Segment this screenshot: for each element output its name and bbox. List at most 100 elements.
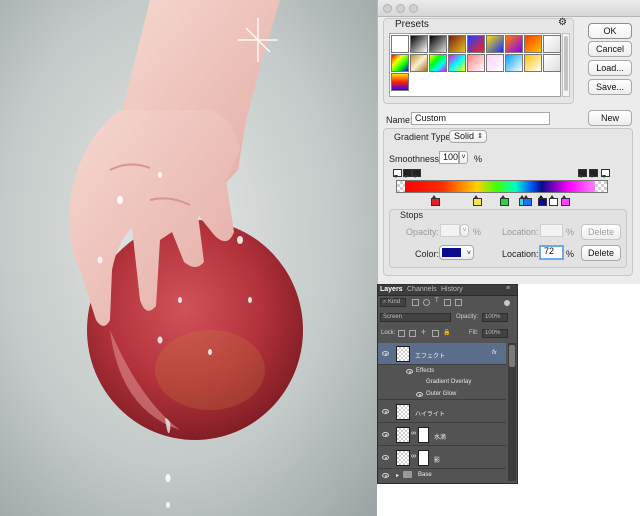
lock-all-icon[interactable]: 🔒 — [443, 329, 450, 336]
presets-swatch-grid[interactable] — [389, 33, 561, 97]
filter-pixel-icon[interactable] — [412, 299, 419, 306]
preset-swatch[interactable] — [391, 54, 409, 72]
filter-adjustment-icon[interactable] — [423, 299, 430, 306]
color-stop-marker[interactable] — [473, 195, 483, 206]
fx-icon[interactable]: fx — [492, 350, 497, 356]
layer-fill-field[interactable]: 100% — [482, 329, 508, 338]
preset-swatch[interactable] — [486, 35, 504, 53]
stop-color-picker[interactable]: ˅ — [439, 245, 474, 260]
layer-row-shadow[interactable]: ∞ 影 — [378, 447, 506, 469]
preset-swatch[interactable] — [543, 35, 561, 53]
preset-swatch[interactable] — [410, 35, 428, 53]
new-button[interactable]: New — [588, 110, 632, 126]
tab-layers[interactable]: Layers — [380, 286, 403, 293]
zoom-window-icon[interactable] — [409, 4, 418, 13]
tab-history[interactable]: History — [441, 286, 463, 293]
preset-swatch[interactable] — [448, 54, 466, 72]
layer-opacity-field[interactable]: 100% — [482, 313, 508, 322]
layer-group-name[interactable]: Base — [418, 472, 432, 478]
preset-swatch[interactable] — [543, 54, 561, 72]
filter-type-icon[interactable]: T — [435, 298, 439, 304]
color-stop-marker[interactable] — [499, 195, 509, 206]
gear-icon[interactable]: ⚙ — [558, 17, 567, 28]
lock-artboard-icon[interactable] — [432, 330, 439, 337]
preset-swatch[interactable] — [448, 35, 466, 53]
opacity-stop-marker[interactable] — [403, 169, 413, 178]
load-button[interactable]: Load... — [588, 60, 632, 76]
canvas-artwork[interactable] — [0, 0, 377, 516]
color-stop-marker[interactable] — [549, 195, 559, 206]
outer-glow-eye-icon[interactable] — [416, 392, 423, 397]
layer-thumbnail — [396, 450, 410, 466]
stop-color-location-field[interactable]: 72 — [539, 245, 564, 260]
minimize-window-icon[interactable] — [396, 4, 405, 13]
lock-image-icon[interactable] — [409, 330, 416, 337]
layer-name[interactable]: ハイライト — [415, 409, 445, 418]
layer-name[interactable]: 水滴 — [434, 432, 446, 441]
layer-group-base[interactable]: ▸ Base — [378, 470, 506, 482]
preset-swatch[interactable] — [467, 35, 485, 53]
lock-position-icon[interactable]: ✛ — [421, 329, 426, 336]
layer-mask-thumbnail[interactable] — [418, 450, 429, 466]
preset-swatch[interactable] — [391, 73, 409, 91]
name-field[interactable]: Custom — [411, 112, 550, 125]
eye-icon[interactable] — [382, 473, 389, 478]
presets-scrollbar[interactable] — [562, 33, 570, 97]
effects-row[interactable]: Effects — [378, 366, 506, 377]
close-window-icon[interactable] — [383, 4, 392, 13]
preset-swatch[interactable] — [524, 35, 542, 53]
layers-scroll-thumb[interactable] — [509, 345, 515, 367]
layer-mask-thumbnail[interactable] — [418, 427, 429, 443]
color-stop-marker[interactable] — [522, 195, 532, 206]
panel-menu-icon[interactable]: ≡ — [506, 285, 510, 292]
effect-gradient-overlay-row[interactable]: Gradient Overlay — [378, 377, 506, 388]
preset-swatch[interactable] — [410, 54, 428, 72]
preset-swatch[interactable] — [505, 35, 523, 53]
save-button[interactable]: Save... — [588, 79, 632, 95]
smoothness-stepper[interactable]: ˅ — [459, 151, 468, 164]
layer-name[interactable]: エフェクト — [415, 351, 445, 360]
effects-eye-icon[interactable] — [406, 369, 413, 374]
opacity-stop-marker[interactable] — [578, 169, 588, 178]
blend-mode-select[interactable]: Screen — [380, 313, 451, 322]
layer-row-water-drops[interactable]: ∞ 水滴 — [378, 424, 506, 446]
color-stop-marker[interactable] — [431, 195, 441, 206]
layer-row-effect[interactable]: エフェクト fx — [378, 343, 506, 365]
layer-row-highlight[interactable]: ハイライト — [378, 401, 506, 423]
preset-swatch[interactable] — [429, 35, 447, 53]
effect-outer-glow-row[interactable]: Outer Glow — [378, 388, 506, 400]
eye-icon[interactable] — [382, 351, 389, 356]
filter-shape-icon[interactable] — [444, 299, 451, 306]
lock-transparency-icon[interactable] — [398, 330, 405, 337]
opacity-stop-marker[interactable] — [411, 169, 421, 178]
ok-button[interactable]: OK — [588, 23, 632, 39]
opacity-stop-marker[interactable] — [601, 169, 610, 178]
delete-color-stop-button[interactable]: Delete — [581, 245, 621, 261]
layers-scrollbar[interactable] — [508, 343, 516, 481]
preset-swatch[interactable] — [429, 54, 447, 72]
opacity-stop-marker[interactable] — [393, 169, 402, 178]
presets-scroll-thumb[interactable] — [564, 36, 568, 91]
preset-swatch[interactable] — [486, 54, 504, 72]
expand-triangle-icon[interactable]: ▸ — [396, 472, 399, 479]
layer-name[interactable]: 影 — [434, 455, 440, 464]
layer-filter-select[interactable]: ⌕ Kind — [380, 298, 406, 307]
color-stop-marker[interactable] — [537, 195, 547, 206]
filter-toggle-icon[interactable] — [504, 300, 510, 306]
eye-icon[interactable] — [382, 455, 389, 460]
preset-swatch[interactable] — [467, 54, 485, 72]
tab-channels[interactable]: Channels — [407, 286, 437, 293]
preset-swatch[interactable] — [505, 54, 523, 72]
gradient-type-select[interactable]: Solid ⇕ — [449, 130, 487, 143]
preset-swatch[interactable] — [391, 35, 409, 53]
eye-icon[interactable] — [382, 409, 389, 414]
opacity-stop-marker[interactable] — [588, 169, 598, 178]
smoothness-field[interactable]: 100 — [439, 151, 459, 164]
cancel-button[interactable]: Cancel — [588, 41, 632, 57]
color-stop-marker[interactable] — [560, 195, 570, 206]
eye-icon[interactable] — [382, 432, 389, 437]
filter-smart-object-icon[interactable] — [455, 299, 462, 306]
preset-swatch[interactable] — [524, 54, 542, 72]
smoothness-label: Smoothness: — [389, 154, 442, 164]
gradient-preview-bar[interactable] — [405, 181, 595, 192]
